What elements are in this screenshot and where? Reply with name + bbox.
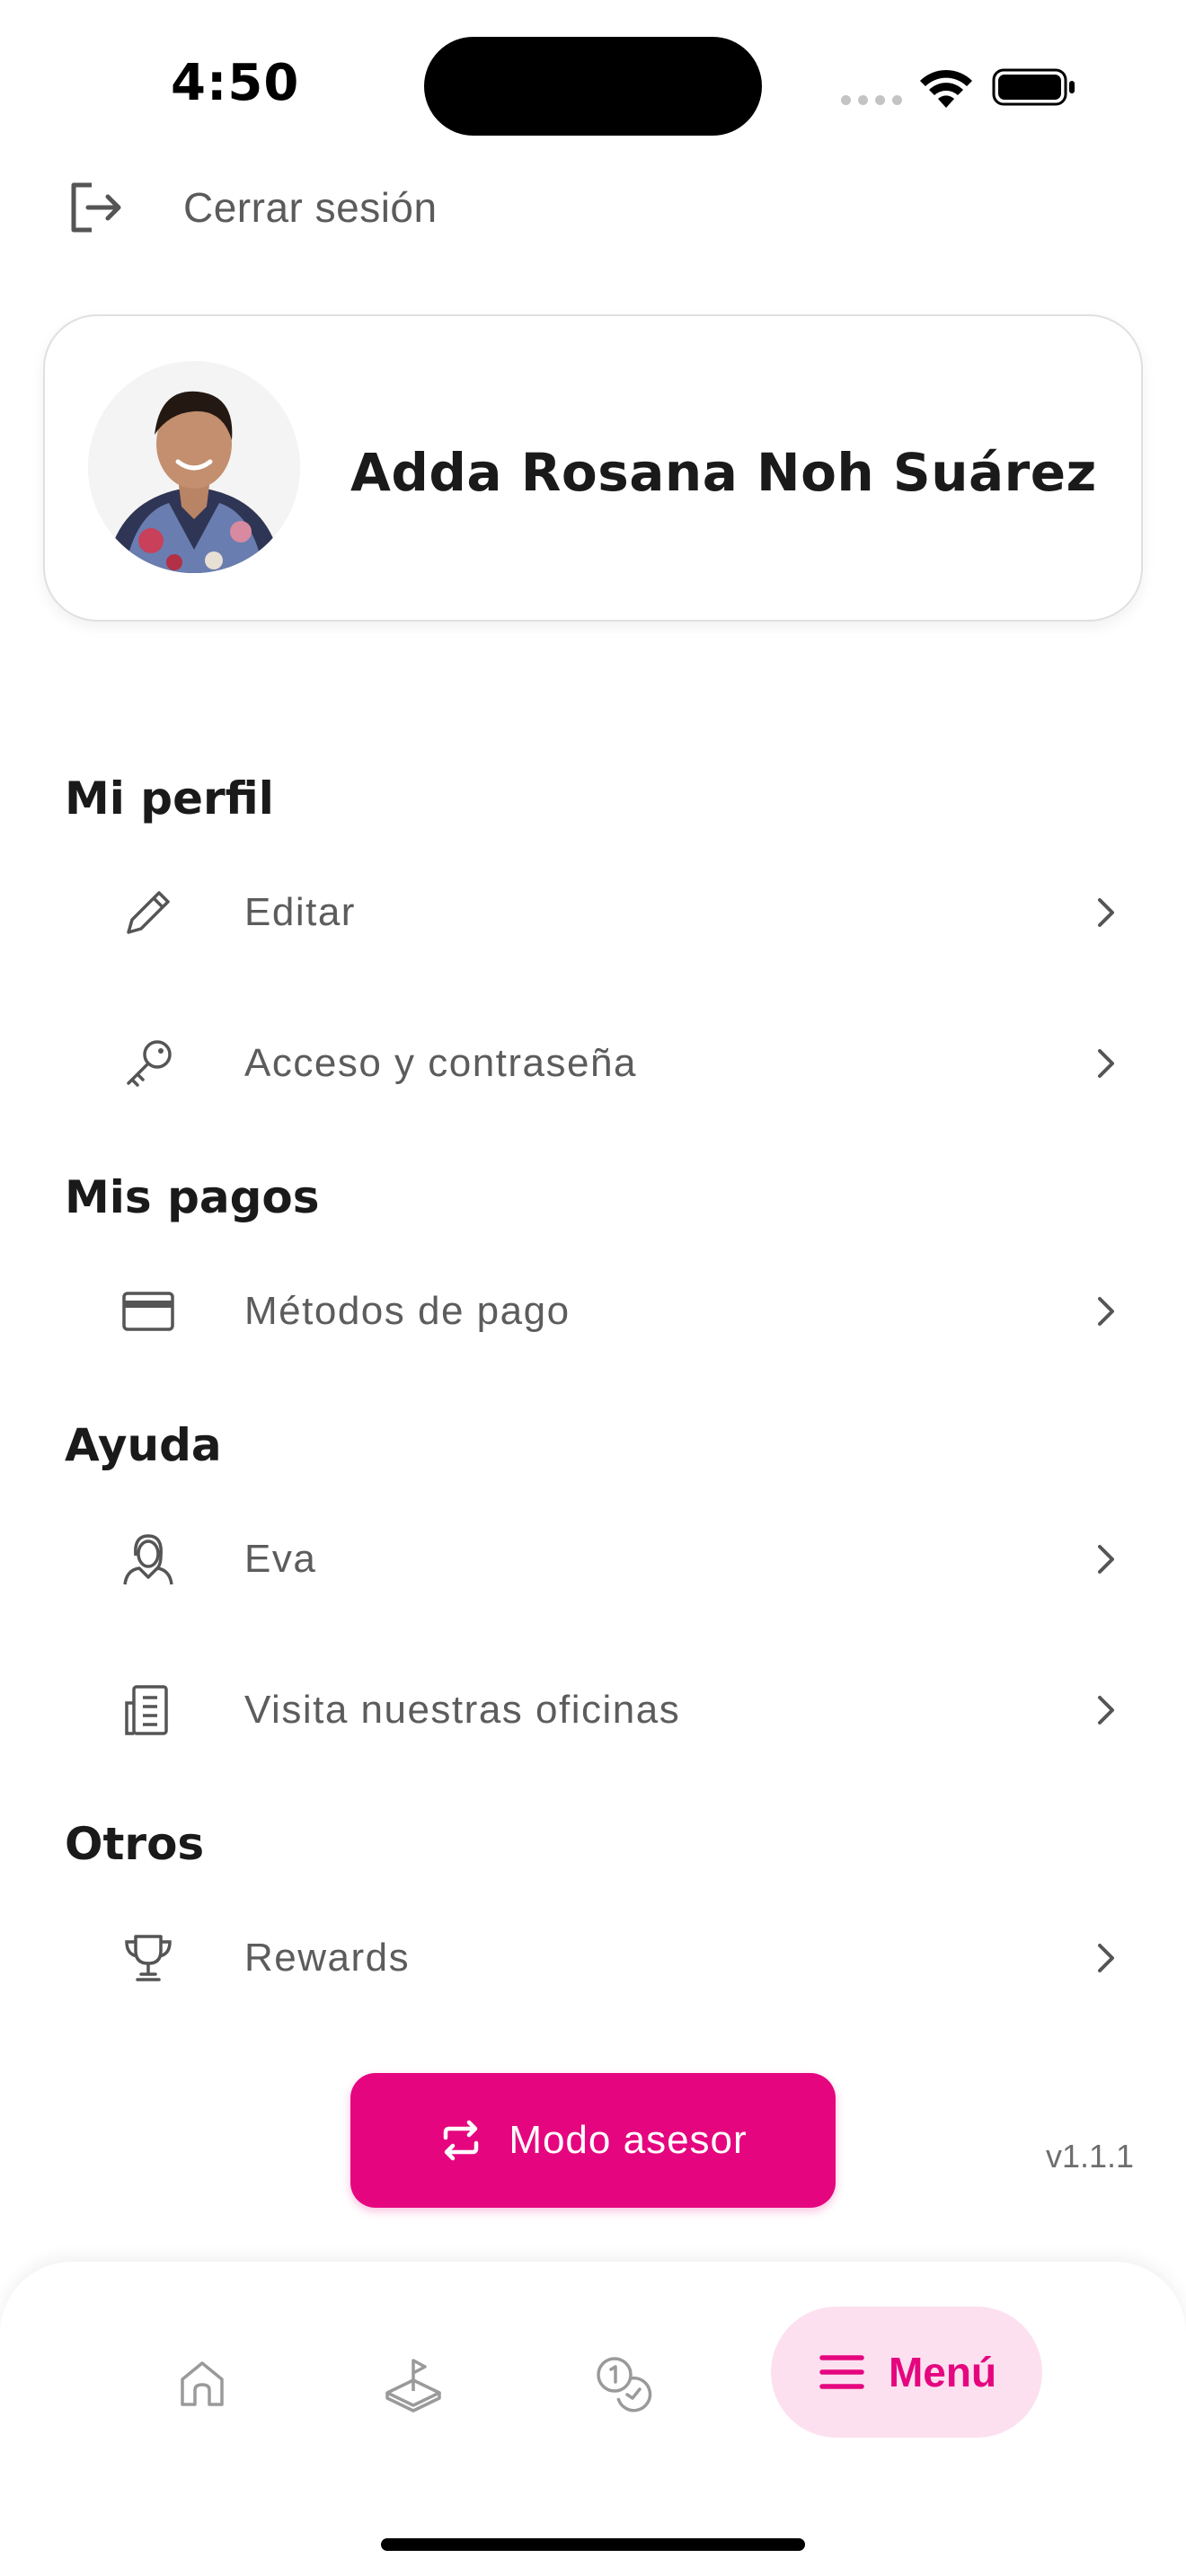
chevron-right-icon [1098,1696,1114,1725]
menu-item-payment-methods[interactable]: Métodos de pago [108,1266,1123,1356]
dynamic-island [424,37,762,136]
section-title-others: Otros [65,1818,205,1870]
menu-item-label: Rewards [244,1936,411,1980]
menu-item-label: Métodos de pago [244,1289,571,1333]
profile-name: Adda Rosana Noh Suárez [350,442,1097,503]
nav-menu-button[interactable]: Menú [771,2307,1042,2438]
section-title-profile: Mi perfil [65,772,274,825]
profile-card[interactable]: Adda Rosana Noh Suárez [43,314,1143,622]
advisor-mode-label: Modo asesor [509,2118,748,2162]
status-time: 4:50 [171,54,300,112]
chevron-right-icon [1098,1049,1114,1078]
land-plot-icon [385,2359,441,2413]
logout-button[interactable]: Cerrar sesión [65,176,438,239]
bottom-nav: Menú [0,2262,1186,2576]
menu-item-label: Acceso y contraseña [244,1041,637,1085]
menu-item-label: Eva [244,1537,317,1581]
chevron-right-icon [1098,1944,1114,1972]
chevron-right-icon [1098,898,1114,927]
home-indicator [381,2538,805,2551]
status-bar: 4:50 [0,0,1186,162]
nav-land[interactable] [373,2342,454,2423]
logout-icon [71,182,121,233]
nav-home[interactable] [162,2342,243,2423]
app-version: v1.1.1 [1046,2138,1135,2175]
cellular-signal-icon [841,95,902,105]
assistant-icon [108,1519,189,1600]
trophy-icon [108,1918,189,1998]
menu-item-visit-offices[interactable]: Visita nuestras oficinas [108,1665,1123,1755]
credit-card-icon [108,1271,189,1352]
swap-icon [444,2120,479,2161]
battery-icon [992,68,1075,106]
menu-item-label: Editar [244,890,356,934]
menu-item-rewards[interactable]: Rewards [108,1913,1123,2003]
advisor-mode-button[interactable]: Modo asesor [350,2073,836,2208]
menu-item-access-password[interactable]: Acceso y contraseña [108,1019,1123,1108]
chevron-right-icon [1098,1545,1114,1574]
menu-item-edit[interactable]: Editar [108,868,1123,957]
key-icon [108,1023,189,1104]
logout-label: Cerrar sesión [183,184,438,231]
section-title-payments: Mis pagos [65,1171,320,1223]
nav-menu-label: Menú [888,2349,997,2395]
chevron-right-icon [1098,1297,1114,1326]
menu-icon [819,2355,864,2389]
building-icon [108,1670,189,1751]
home-icon [181,2361,224,2406]
menu-item-label: Visita nuestras oficinas [244,1688,681,1732]
wifi-icon [920,69,972,108]
coins-icon [597,2357,652,2413]
nav-payments[interactable] [582,2342,663,2423]
menu-item-eva[interactable]: Eva [108,1514,1123,1604]
section-title-help: Ayuda [65,1419,222,1471]
pencil-icon [108,872,189,953]
avatar [88,361,300,573]
